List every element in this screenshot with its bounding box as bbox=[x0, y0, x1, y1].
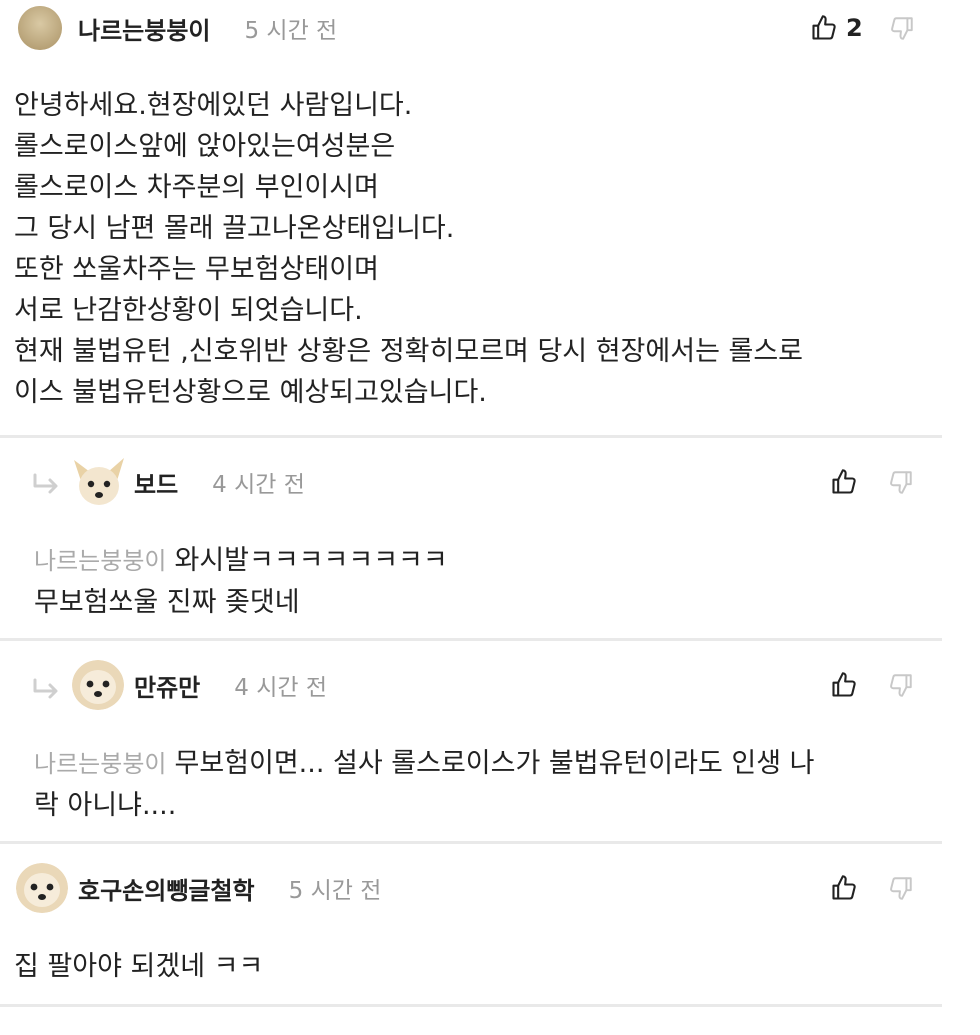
thumbs-up-icon bbox=[830, 671, 858, 699]
thumbs-up-icon bbox=[810, 14, 838, 42]
mention-tag[interactable]: 나르는붕붕이 bbox=[34, 547, 166, 575]
thumbs-down-icon bbox=[888, 672, 914, 698]
author-name[interactable]: 호구손의뺑글철학 bbox=[78, 871, 255, 906]
comment-line: 롤스로이스앞에 앉아있는여성분은 bbox=[14, 131, 396, 162]
dislike-button[interactable] bbox=[888, 875, 914, 901]
timestamp: 5 시간 전 bbox=[288, 878, 382, 904]
timestamp: 4 시간 전 bbox=[234, 675, 327, 701]
dislike-button[interactable] bbox=[889, 15, 915, 41]
like-count: 2 bbox=[846, 14, 863, 42]
comment-line: 또한 쏘울차주는 무보험상태이며 bbox=[14, 254, 379, 285]
comment-line: 이스 불법유턴상황으로 예상되고있습니다. bbox=[14, 377, 487, 408]
thumbs-down-icon bbox=[888, 469, 914, 495]
comment-line: 현재 불법유턴 ,신호위반 상황은 정확히모르며 당시 현장에서는 롤스로 bbox=[14, 336, 804, 367]
avatar[interactable] bbox=[18, 6, 62, 50]
mention-tag[interactable]: 나르는붕붕이 bbox=[34, 750, 166, 778]
comment-1: 나르는붕붕이 5 시간 전 2 안녕하세요.현장에있던 사람입니다. 롤스로이스… bbox=[0, 0, 942, 437]
timestamp: 4 시간 전 bbox=[212, 472, 305, 498]
comment-body: 집 팔아야 되겠네 ㅋㅋ bbox=[14, 946, 263, 987]
dislike-button[interactable] bbox=[888, 469, 914, 495]
dislike-button[interactable] bbox=[888, 672, 914, 698]
like-button[interactable] bbox=[830, 468, 858, 496]
thumbs-up-icon bbox=[830, 874, 858, 902]
timestamp: 5 시간 전 bbox=[244, 18, 338, 44]
like-button[interactable]: 2 bbox=[810, 14, 863, 42]
reply-1: 보드 4 시간 전 나르는붕붕이 와시발ㅋㅋㅋㅋㅋㅋㅋㅋ 무보험쏘울 진짜 좆댓네 bbox=[0, 438, 942, 638]
thumbs-up-icon bbox=[830, 468, 858, 496]
author-name[interactable]: 만쥬만 bbox=[134, 668, 200, 703]
comment-line: 집 팔아야 되겠네 ㅋㅋ bbox=[14, 951, 264, 982]
comment-line: 롤스로이스 차주분의 부인이시며 bbox=[14, 172, 379, 203]
comment-body: 나르는붕붕이 와시발ㅋㅋㅋㅋㅋㅋㅋㅋ 무보험쏘울 진짜 좆댓네 bbox=[34, 540, 448, 623]
reply-arrow-icon bbox=[32, 472, 62, 500]
comment-line: 서로 난감한상황이 되엇습니다. bbox=[14, 295, 363, 326]
comment-line: 안녕하세요.현장에있던 사람입니다. bbox=[14, 90, 413, 121]
like-button[interactable] bbox=[830, 671, 858, 699]
reply-arrow-icon bbox=[32, 677, 62, 705]
like-button[interactable] bbox=[830, 874, 858, 902]
comment-body: 나르는붕붕이 무보험이면... 설사 롤스로이스가 불법유턴이라도 인생 나 락 … bbox=[34, 743, 814, 826]
comment-2: 호구손의뺑글철학 5 시간 전 집 팔아야 되겠네 ㅋㅋ bbox=[0, 844, 942, 1004]
divider bbox=[0, 1004, 942, 1007]
reply-2: 만쥬만 4 시간 전 나르는붕붕이 무보험이면... 설사 롤스로이스가 불법유턴… bbox=[0, 641, 942, 841]
author-name[interactable]: 보드 bbox=[134, 465, 178, 500]
comment-body: 안녕하세요.현장에있던 사람입니다. 롤스로이스앞에 앉아있는여성분은 롤스로이… bbox=[14, 85, 803, 413]
thumbs-down-icon bbox=[888, 875, 914, 901]
thumbs-down-icon bbox=[889, 15, 915, 41]
avatar[interactable] bbox=[16, 863, 68, 913]
author-name[interactable]: 나르는붕붕이 bbox=[78, 11, 210, 46]
avatar[interactable] bbox=[70, 454, 128, 510]
comment-line: 와시발ㅋㅋㅋㅋㅋㅋㅋㅋ bbox=[174, 545, 448, 576]
avatar[interactable] bbox=[72, 660, 124, 710]
comment-line: 무보험쏘울 진짜 좆댓네 bbox=[34, 587, 300, 618]
comment-line: 그 당시 남편 몰래 끌고나온상태입니다. bbox=[14, 213, 455, 244]
comment-line: 무보험이면... 설사 롤스로이스가 불법유턴이라도 인생 나 bbox=[174, 748, 815, 779]
comment-line: 락 아니냐.... bbox=[34, 790, 177, 821]
